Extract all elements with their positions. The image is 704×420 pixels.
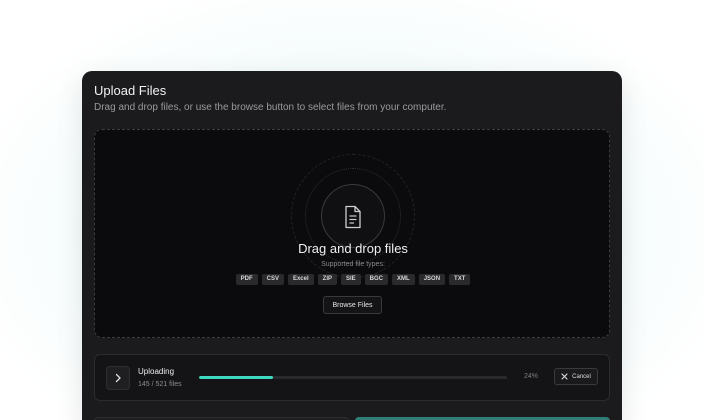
dialog-subtitle: Drag and drop files, or use the browse b… [94,102,447,113]
upload-progress-row: Uploading 145 / 521 files 24% Cancel [94,354,610,401]
file-type-chip: SIE [341,274,361,285]
chevron-right-icon [115,373,121,383]
file-type-chip: Excel [287,274,314,285]
upload-file-count: 145 / 521 files [138,381,182,388]
cancel-label: Cancel [572,373,591,380]
file-type-chip: XML [392,274,415,285]
upload-percent: 24% [524,373,539,380]
file-type-chip: BGC [364,274,389,285]
browse-files-button[interactable]: Browse Files [323,296,382,314]
upload-progress-fill [199,376,273,379]
file-type-chip: JSON [418,274,446,285]
dialog-title: Upload Files [94,83,167,98]
supported-types-label: Supported file types: [321,261,385,268]
upload-status-label: Uploading [138,367,175,376]
file-type-chip: TXT [449,274,471,285]
drop-zone-title: Drag and drop files [298,241,408,256]
upload-dialog: Upload Files Drag and drop files, or use… [82,71,622,420]
file-type-chip: PDF [235,274,258,285]
close-icon [561,373,568,380]
file-type-chip: CSV [261,274,284,285]
file-type-list: PDF CSV Excel ZIP SIE BGC XML JSON TXT [95,274,611,285]
file-type-chip: ZIP [317,274,337,285]
file-icon [345,205,361,229]
upload-progress-bar [199,376,507,379]
cancel-upload-button[interactable]: Cancel [554,368,598,385]
drop-zone[interactable]: Drag and drop files Supported file types… [94,129,610,338]
expand-upload-button[interactable] [106,366,130,390]
